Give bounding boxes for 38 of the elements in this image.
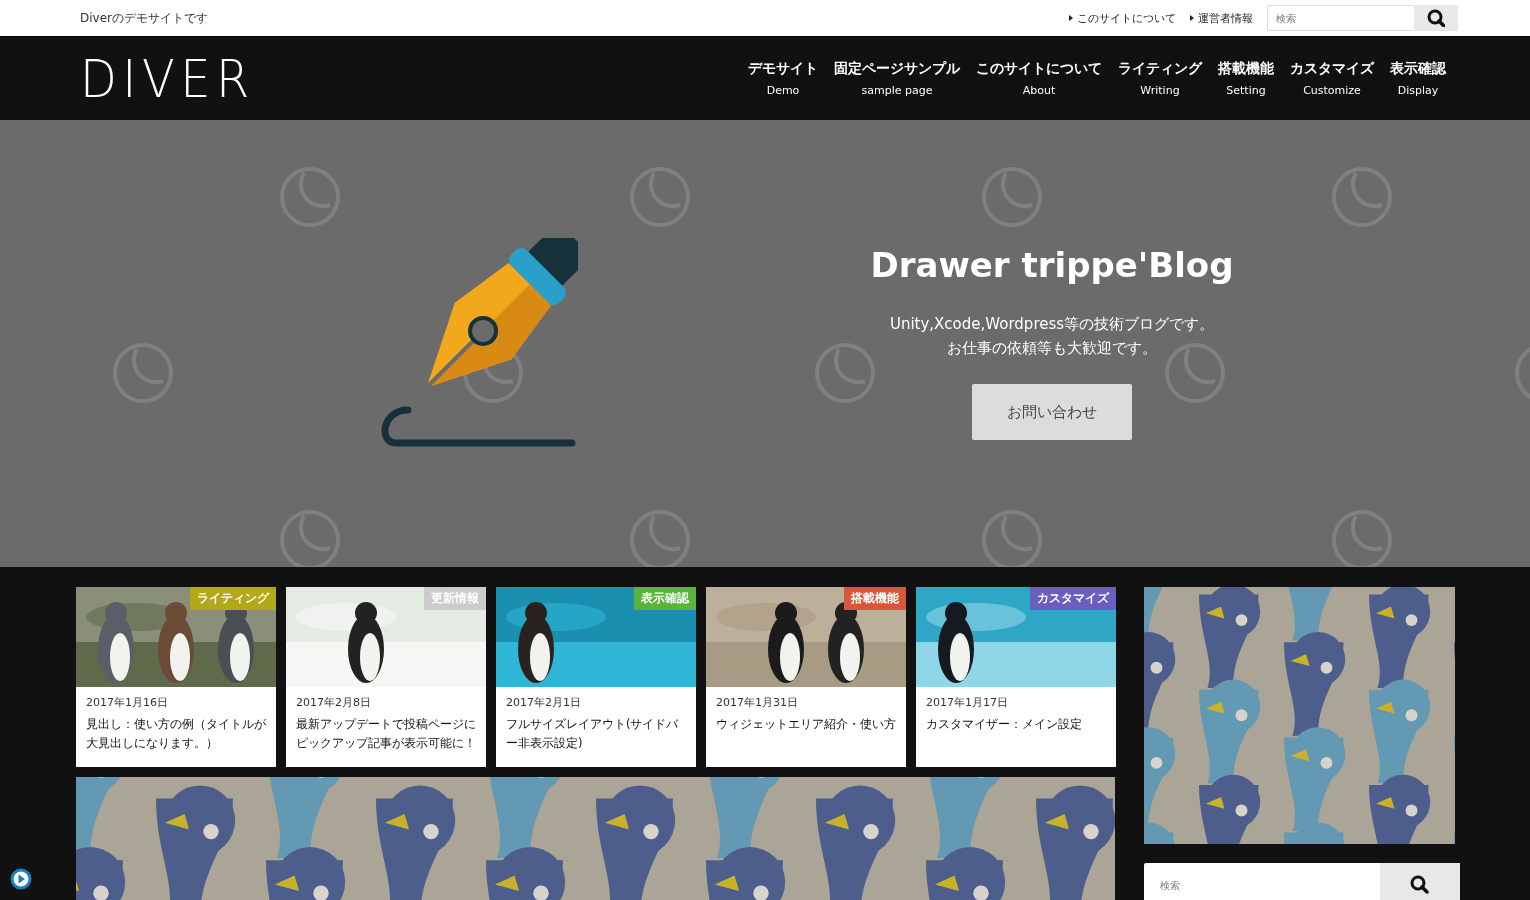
search-icon — [1427, 9, 1445, 27]
post-title[interactable]: 見出し：使い方の例（タイトルが大見出しになります。） — [86, 715, 266, 753]
hero-title: Drawer trippe'Blog — [870, 245, 1234, 285]
site-logo[interactable]: DIVER — [80, 48, 255, 109]
play-icon[interactable] — [10, 868, 32, 890]
nav-item[interactable]: カスタマイズ Customize — [1282, 60, 1382, 97]
nav-item[interactable]: 表示確認 Display — [1382, 60, 1454, 97]
search-icon — [1410, 875, 1430, 895]
search-field[interactable]: 検索 — [1144, 863, 1380, 900]
nav-item[interactable]: 固定ページサンプル sample page — [826, 60, 968, 97]
post-title[interactable]: ウィジェットエリア紹介・使い方 — [716, 715, 896, 734]
nav-item[interactable]: このサイトについて About — [968, 60, 1110, 97]
post-title[interactable]: カスタマイザー：メイン設定 — [926, 715, 1106, 734]
post-date: 2017年1月16日 — [86, 695, 169, 710]
hero-description: お仕事の依頼等も大歓迎です。 — [947, 339, 1157, 358]
search-field[interactable]: 検索 — [1267, 5, 1414, 31]
search-button[interactable] — [1380, 863, 1460, 900]
header-link[interactable]: 運営者情報 — [1190, 10, 1253, 26]
category-label[interactable]: カスタマイズ — [1030, 587, 1116, 610]
post-title[interactable]: 最新アップデートで投稿ページにピックアップ記事が表示可能に！ — [296, 715, 476, 753]
post-date: 2017年2月8日 — [296, 695, 372, 710]
post-card[interactable]: 搭載機能 2017年1月31日 ウィジェットエリア紹介・使い方 — [706, 587, 906, 767]
category-label[interactable]: 搭載機能 — [844, 587, 906, 610]
post-card[interactable]: ライティング 2017年1月16日 見出し：使い方の例（タイトルが大見出しになります。） — [76, 587, 276, 767]
post-card[interactable]: カスタマイズ 2017年1月17日 カスタマイザー：メイン設定 — [916, 587, 1116, 767]
post-title[interactable]: フルサイズレイアウト(サイドバー非表示設定) — [506, 715, 686, 753]
search-button[interactable] — [1414, 5, 1458, 31]
post-card[interactable]: 表示確認 2017年2月1日 フルサイズレイアウト(サイドバー非表示設定) — [496, 587, 696, 767]
post-date: 2017年1月17日 — [926, 695, 1009, 710]
contact-button[interactable]: お問い合わせ — [972, 384, 1132, 440]
nav-item[interactable]: 搭載機能 Setting — [1210, 60, 1282, 97]
header-link[interactable]: このサイトについて — [1069, 10, 1176, 26]
post-date: 2017年1月31日 — [716, 695, 799, 710]
nav-item[interactable]: デモサイト Demo — [740, 60, 826, 97]
site-tagline: Diverのデモサイトです — [80, 9, 208, 27]
nav-item[interactable]: ライティング Writing — [1110, 60, 1210, 97]
post-date: 2017年2月1日 — [506, 695, 582, 710]
hero-description: Unity,Xcode,Wordpress等の技術ブログです。 — [889, 315, 1215, 334]
